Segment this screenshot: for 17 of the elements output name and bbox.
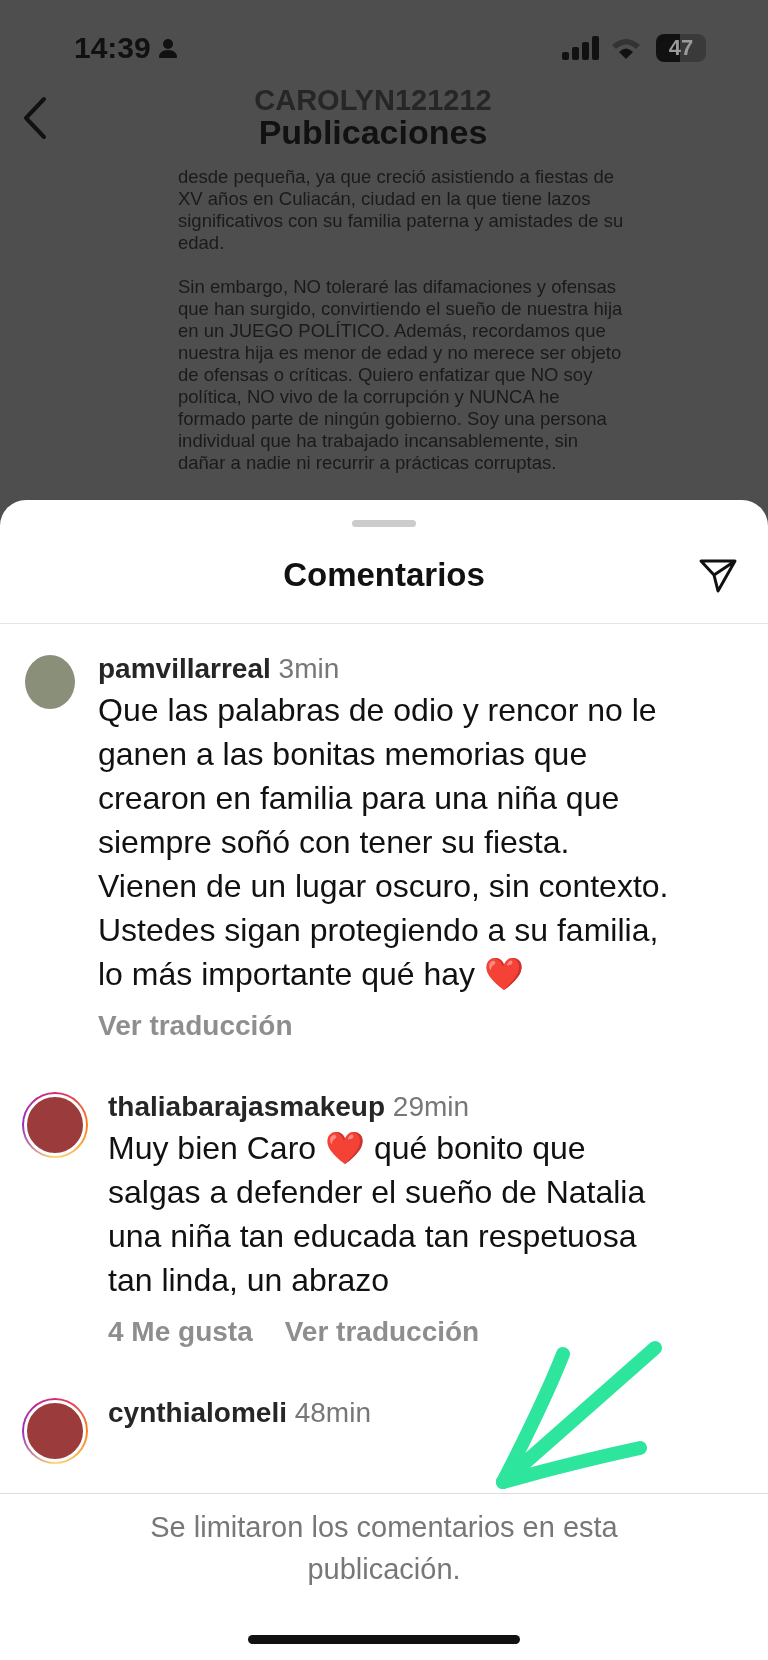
wifi-icon bbox=[610, 36, 642, 60]
battery-icon: 47 bbox=[656, 34, 706, 62]
signal-icon bbox=[562, 36, 602, 60]
drag-handle[interactable] bbox=[352, 520, 416, 527]
username[interactable]: thaliabarajasmakeup bbox=[108, 1091, 386, 1122]
comment-time: 48min bbox=[294, 1397, 371, 1428]
comment-text: Muy bien Caro ❤ qué bonito que salgas a defender el sueño de Natalia una niña tan educada tan respetuosa tan linda, un abrazo bbox=[108, 1129, 647, 1300]
comment-time: 3min bbox=[278, 653, 340, 684]
username[interactable]: cynthialomeli bbox=[108, 1397, 287, 1428]
page-title: Publicaciones bbox=[257, 115, 489, 152]
comment-time: 29min bbox=[392, 1091, 470, 1122]
sheet-title: Comentarios bbox=[283, 556, 485, 594]
username[interactable]: pamvillarreal bbox=[98, 653, 271, 684]
person-icon bbox=[158, 38, 177, 58]
status-time: 14:39 bbox=[74, 31, 151, 65]
comment-text: Que las palabras de odio y rencor no le ganen a las bonitas memorias que crearon en familia para una niña que siempre soñó con tener su fiesta. Vienen de un lugar oscuro, sin contexto. Ustedes sigan protegiendo a su familia, lo más importante qué hay ❤ bbox=[98, 691, 670, 994]
comments-limited-notice: Se limitaron los comentarios en esta publicación. bbox=[149, 1510, 619, 1587]
